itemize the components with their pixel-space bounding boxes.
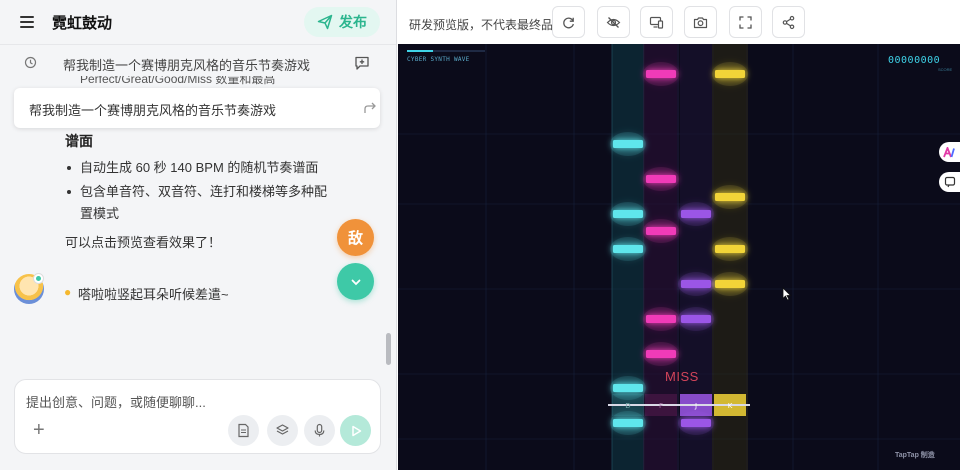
chat-header: 霓虹鼓动 发布 (0, 0, 396, 44)
note (681, 210, 711, 218)
share-button[interactable] (772, 6, 805, 38)
game-canvas[interactable]: D F J K CYBER SYNTH WAVE 00000000 SCORE … (398, 44, 960, 470)
layers-icon (276, 424, 289, 435)
note (646, 70, 676, 78)
key-label-k: K (728, 402, 733, 410)
comment-icon (944, 176, 955, 188)
note (646, 315, 676, 323)
eye-off-icon (606, 16, 621, 28)
camera-icon (693, 16, 708, 28)
background-grid (398, 44, 960, 470)
note (681, 419, 711, 427)
chat-panel: 霓虹鼓动 发布 帮我制造一个赛博朋克风格的音乐节奏游戏 Perfect/Grea… (0, 0, 397, 470)
new-message-icon[interactable] (354, 55, 370, 71)
chevron-down-icon (351, 279, 360, 285)
note (715, 193, 745, 201)
note (646, 175, 676, 183)
feedback-tab[interactable] (939, 172, 960, 192)
note (715, 245, 745, 253)
document-icon (238, 423, 249, 438)
send-button[interactable] (340, 415, 371, 446)
score-label: SCORE (938, 67, 953, 72)
song-title: CYBER SYNTH WAVE (407, 56, 470, 63)
assistant-status-text: 嗒啦啦竖起耳朵听候差遣~ (78, 287, 229, 302)
topic-bar: 帮我制造一个赛博朋克风格的音乐节奏游戏 (0, 44, 396, 80)
prompt-suggestion-text: 帮我制造一个赛博朋克风格的音乐节奏游戏 (29, 103, 277, 118)
screenshot-button[interactable] (684, 6, 717, 38)
message-input[interactable] (26, 393, 366, 411)
rhythm-game-field[interactable]: D F J K (398, 44, 960, 470)
note (613, 245, 643, 253)
hide-preview-button[interactable] (597, 6, 630, 38)
refresh-icon (563, 17, 574, 28)
play-icon (351, 425, 361, 436)
note (646, 350, 676, 358)
note (613, 384, 643, 392)
menu-icon[interactable] (18, 13, 36, 31)
preview-toolbar: 研发预览版，不代表最终品质 (398, 0, 960, 44)
preview-disclaimer: 研发预览版，不代表最终品质 (409, 18, 566, 32)
bug-report-button[interactable]: 敌 (337, 219, 374, 256)
key-label-d: D (625, 402, 630, 410)
note (681, 280, 711, 288)
key-label-j: J (694, 402, 697, 410)
history-icon[interactable] (24, 56, 37, 69)
topic-title: 帮我制造一个赛博朋克风格的音乐节奏游戏 (63, 58, 311, 73)
devices-icon (649, 16, 664, 29)
scroll-down-button[interactable] (337, 263, 374, 300)
document-button[interactable] (228, 415, 259, 446)
message-bullet: 自动生成 60 秒 140 BPM 的随机节奏谱面 (67, 157, 318, 179)
judgment-line: D F J K (608, 394, 750, 416)
note (613, 210, 643, 218)
note (681, 315, 711, 323)
partial-message-text: Perfect/Great/Good/Miss 数量和最高 (80, 76, 276, 86)
add-attachment-icon[interactable]: + (33, 420, 45, 440)
lightbulb-icon: ● (64, 285, 72, 299)
score-counter: 00000000 (888, 55, 941, 66)
chat-scrollbar[interactable] (386, 333, 391, 365)
message-heading: 谱面 (65, 133, 93, 149)
microphone-icon (314, 423, 325, 437)
note (715, 70, 745, 78)
message-bullet: 包含单音符、双音符、连打和楼梯等多种配置模式 (67, 181, 327, 225)
mouse-cursor-icon (782, 287, 792, 301)
app-title: 霓虹鼓动 (52, 15, 113, 32)
fullscreen-icon (739, 15, 752, 29)
publish-button[interactable]: 发布 (304, 7, 380, 37)
message-footer: 可以点击预览查看效果了！ (65, 235, 222, 250)
preview-panel: 研发预览版，不代表最终品质 D F J K CYBER SYNTH WAVE 0… (398, 0, 960, 470)
ai-assistant-tab[interactable] (939, 142, 960, 162)
note (613, 140, 643, 148)
send-plane-icon (317, 14, 333, 30)
note (646, 227, 676, 235)
ai-logo-icon (943, 146, 955, 157)
voice-input-button[interactable] (304, 415, 335, 446)
key-label-f: F (659, 402, 663, 410)
refresh-button[interactable] (552, 6, 585, 38)
note (613, 419, 643, 427)
prompt-suggestion-card[interactable]: 帮我制造一个赛博朋克风格的音乐节奏游戏 (14, 88, 380, 128)
layers-button[interactable] (267, 415, 298, 446)
share-icon (782, 15, 795, 29)
note (715, 280, 745, 288)
message-composer: + (14, 379, 381, 454)
online-badge (33, 273, 44, 284)
publish-label: 发布 (339, 14, 367, 30)
judgment-text: MISS (665, 369, 699, 384)
forward-arrow-icon (364, 102, 376, 113)
taptap-watermark: TapTap 制造 (895, 452, 935, 459)
device-view-button[interactable] (640, 6, 673, 38)
song-progress-bar (407, 50, 485, 52)
fullscreen-button[interactable] (729, 6, 762, 38)
